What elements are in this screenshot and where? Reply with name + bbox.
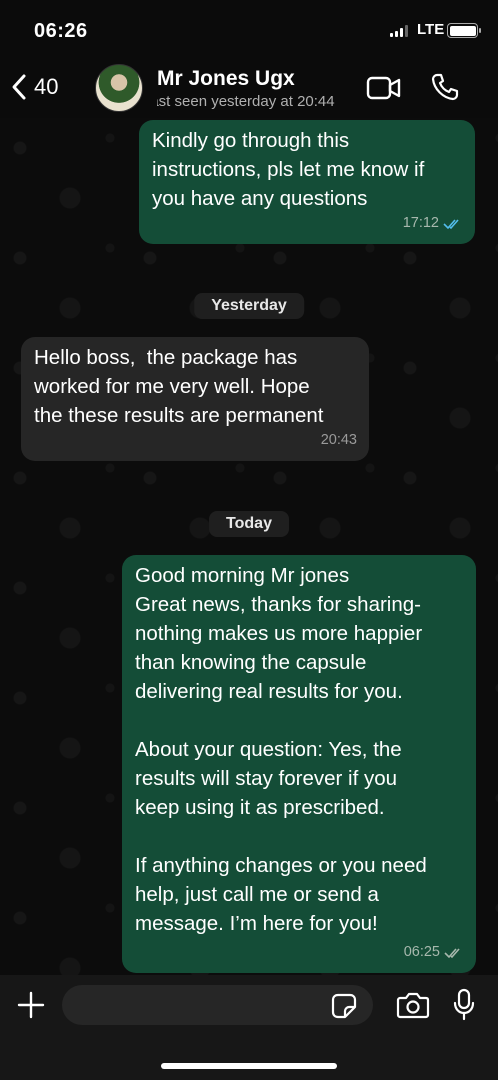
camera-button[interactable] [396,991,430,1024]
message-meta: 06:25 [404,938,464,967]
camera-icon [396,992,430,1019]
video-call-button[interactable] [366,75,402,106]
cellular-signal-icon [390,25,408,37]
message-meta: 20:43 [321,426,357,455]
status-time: 06:26 [34,20,88,42]
message-text: Kindly go through this instructions, pls… [152,129,425,210]
message-time: 17:12 [402,215,439,231]
message-time: 20:43 [320,432,357,448]
date-separator-yesterday: Yesterday [194,293,304,319]
message-text: Good morning Mr jones Great news, thanks… [135,564,427,935]
message-bubble-incoming[interactable]: Hello boss, the package has worked for m… [21,337,369,461]
video-camera-icon [366,76,401,100]
message-bubble-outgoing[interactable]: Good morning Mr jones Great news, thanks… [122,555,476,973]
message-composer [0,975,498,1080]
message-input[interactable] [62,985,373,1025]
home-indicator[interactable] [161,1063,337,1069]
message-time: 06:25 [403,944,440,960]
contact-avatar[interactable] [95,64,143,112]
attach-button[interactable] [16,990,46,1025]
phone-icon [431,73,459,101]
back-button[interactable]: 40 [10,72,58,102]
sticker-button[interactable] [331,993,357,1024]
chat-header: 40 Mr Jones Ugx last seen yesterday at 2… [0,58,498,118]
read-receipt-icon [443,218,459,229]
date-separator-today: Today [209,511,289,537]
delivered-receipt-icon [444,947,460,958]
microphone-icon [453,988,475,1021]
contact-last-seen: last seen yesterday at 20:44 [157,93,335,110]
contact-name[interactable]: Mr Jones Ugx [157,67,295,91]
message-text: Hello boss, the package has worked for m… [34,346,324,427]
back-chevron-icon [12,74,26,100]
unread-count: 40 [34,74,59,99]
chat-area[interactable]: Kindly go through this instructions, pls… [0,118,498,975]
message-bubble-outgoing[interactable]: Kindly go through this instructions, pls… [139,120,475,244]
network-type: LTE [417,21,445,38]
battery-icon [447,23,481,38]
sticker-icon [331,993,357,1019]
status-bar: 06:26 LTE [0,0,498,58]
plus-icon [17,991,45,1019]
message-meta: 17:12 [403,209,463,238]
voice-call-button[interactable] [430,72,460,107]
voice-message-button[interactable] [452,988,476,1027]
